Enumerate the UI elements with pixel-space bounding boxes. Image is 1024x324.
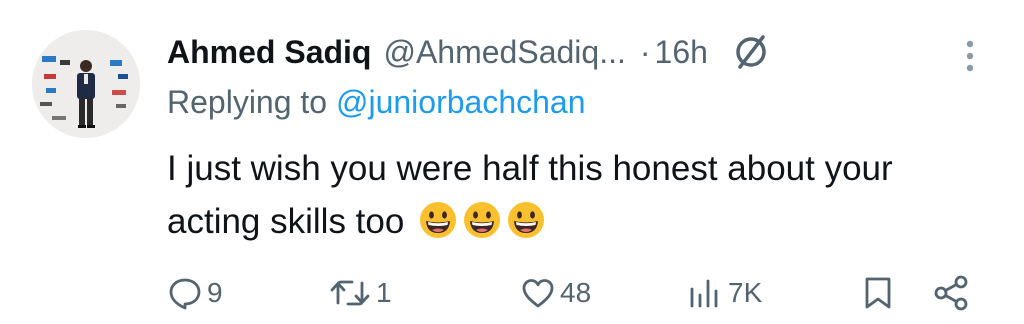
reply-icon: [167, 275, 203, 311]
grinning-face-emoji: [418, 200, 458, 255]
action-bar: 9 1 48 7K: [0, 268, 1024, 318]
retweet-icon: [328, 275, 372, 311]
tweet-body: I just wish you were half this honest ab…: [167, 142, 987, 255]
tweet-header: Ahmed Sadiq @AhmedSadiq... · 16h: [167, 28, 772, 76]
like-count: 48: [560, 277, 592, 308]
timestamp[interactable]: 16h: [655, 34, 708, 71]
grinning-face-emoji: [506, 200, 546, 255]
views-button[interactable]: 7K: [688, 268, 762, 318]
share-icon: [932, 275, 970, 311]
heart-icon: [520, 275, 556, 311]
replying-to: Replying to @juniorbachchan: [167, 84, 586, 121]
bookmark-icon: [862, 275, 894, 311]
separator-dot: ·: [639, 33, 651, 70]
share-button[interactable]: [932, 268, 970, 318]
reply-button[interactable]: 9: [167, 268, 223, 318]
grinning-face-emoji: [462, 200, 502, 255]
grok-icon[interactable]: [730, 31, 772, 73]
retweet-count: 1: [376, 277, 392, 308]
replying-to-mention[interactable]: @juniorbachchan: [336, 84, 586, 120]
reply-count: 9: [207, 277, 223, 308]
like-button[interactable]: 48: [520, 268, 591, 318]
avatar[interactable]: [32, 30, 140, 138]
author-handle[interactable]: @AhmedSadiq...: [383, 34, 625, 71]
replying-prefix: Replying to: [167, 84, 336, 120]
retweet-button[interactable]: 1: [328, 268, 392, 318]
views-chart-icon: [688, 275, 724, 311]
views-count: 7K: [728, 277, 763, 308]
author-name[interactable]: Ahmed Sadiq: [167, 34, 371, 71]
more-vertical-icon[interactable]: [958, 36, 982, 76]
tweet: Ahmed Sadiq @AhmedSadiq... · 16h Replyin…: [0, 0, 1024, 324]
bookmark-button[interactable]: [862, 268, 894, 318]
avatar-photo: [32, 30, 140, 138]
